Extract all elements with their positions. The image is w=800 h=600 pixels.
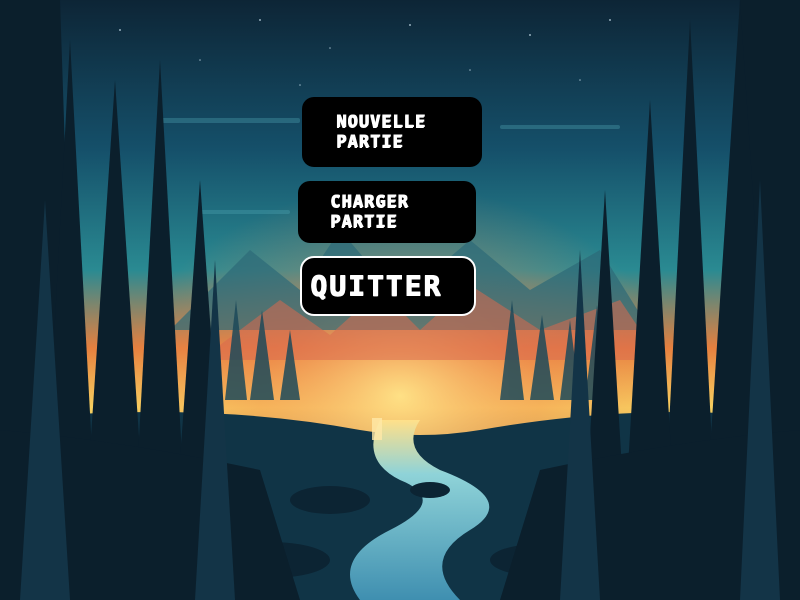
quit-button[interactable]: QUITTER xyxy=(300,256,476,316)
new-game-button[interactable]: NOUVELLE PARTIE xyxy=(302,97,482,167)
load-game-label: CHARGER PARTIE xyxy=(330,192,409,232)
main-menu-screen: NOUVELLE PARTIE CHARGER PARTIE QUITTER xyxy=(0,0,800,600)
load-game-button[interactable]: CHARGER PARTIE xyxy=(298,181,476,243)
quit-label: QUITTER xyxy=(310,269,443,302)
new-game-label: NOUVELLE PARTIE xyxy=(336,112,426,152)
